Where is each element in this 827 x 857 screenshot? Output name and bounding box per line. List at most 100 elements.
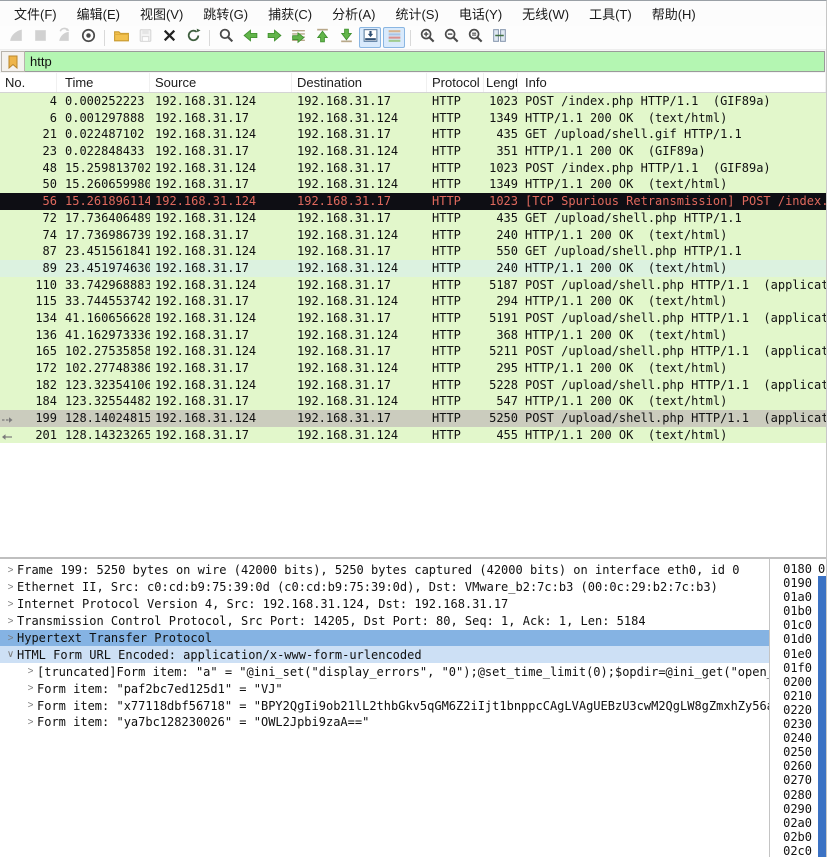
detail-row-8[interactable]: > Form item: "x77118dbf56718" = "BPY2QgIi… [0, 697, 769, 714]
packet-row-4[interactable]: 4 0.000252223 192.168.31.124 192.168.31.17 H… [0, 93, 826, 110]
save-file-button[interactable] [134, 27, 156, 48]
packet-row-89[interactable]: 89 23.451974630 192.168.31.17 192.168.31.12… [0, 259, 826, 277]
packet-row-201[interactable]: 201 128.143232650 192.168.31.17 192.168.31.… [0, 426, 826, 444]
detail-row-4[interactable]: > Hypertext Transfer Protocol [0, 629, 769, 647]
expand-expander-icon[interactable]: > [4, 616, 17, 627]
go-forward-button[interactable] [263, 27, 285, 48]
expand-expander-icon[interactable]: > [4, 599, 17, 610]
column-header-time[interactable]: Time [57, 73, 150, 92]
go-to-bottom-button[interactable] [335, 27, 357, 48]
hex-line-0250[interactable]: 0250 [770, 745, 826, 760]
hex-line-0210[interactable]: 0210 [770, 688, 826, 703]
hex-line-0290[interactable]: 0290 [770, 801, 826, 816]
open-file-button[interactable] [110, 27, 132, 48]
packet-row-165[interactable]: 165 102.275358582 192.168.31.124 192.168.31… [0, 343, 826, 360]
hex-line-02c0[interactable]: 02c0 [770, 843, 826, 857]
hex-line-0230[interactable]: 0230 [770, 717, 826, 732]
colorize-button[interactable] [383, 27, 405, 48]
find-packet-button[interactable] [215, 27, 237, 48]
detail-row-2[interactable]: > Internet Protocol Version 4, Src: 192.1… [0, 596, 769, 613]
collapse-expander-icon[interactable]: ∨ [4, 649, 17, 660]
detail-row-9[interactable]: > Form item: "ya7bc128230026" = "OWL2Jpbi… [0, 714, 769, 731]
column-header-lengtl[interactable]: Lengtl [484, 73, 518, 92]
hex-line-01c0[interactable]: 01c0 [770, 618, 826, 633]
menu-item-10[interactable]: 帮助(H) [642, 1, 706, 26]
menu-item-4[interactable]: 捕获(C) [258, 1, 322, 26]
close-file-button[interactable] [158, 27, 180, 48]
expand-expander-icon[interactable]: > [24, 700, 37, 711]
packet-row-184[interactable]: 184 123.325544822 192.168.31.17 192.168.31.… [0, 393, 826, 411]
menu-item-2[interactable]: 视图(V) [130, 1, 193, 26]
restart-capture-button[interactable] [53, 27, 75, 48]
packet-row-74[interactable]: 74 17.736986739 192.168.31.17 192.168.31.12… [0, 226, 826, 244]
hex-line-01b0[interactable]: 01b0 [770, 604, 826, 619]
packet-row-199[interactable]: 199 128.140248157 192.168.31.124 192.168.31… [0, 410, 826, 427]
hex-line-0200[interactable]: 0200 [770, 674, 826, 689]
menu-item-1[interactable]: 编辑(E) [67, 1, 130, 26]
packet-row-115[interactable]: 115 33.744553742 192.168.31.17 192.168.31.1… [0, 293, 826, 310]
hex-line-0190[interactable]: 0190 [770, 576, 826, 591]
auto-scroll-button[interactable] [359, 27, 381, 48]
detail-row-6[interactable]: > [truncated]Form item: "a" = "@ini_set("… [0, 663, 769, 680]
hex-line-0270[interactable]: 0270 [770, 773, 826, 788]
hex-line-02a0[interactable]: 02a0 [770, 815, 826, 830]
zoom-in-button[interactable] [416, 27, 438, 48]
hex-line-02b0[interactable]: 02b0 [770, 829, 826, 844]
resize-columns-button[interactable] [488, 27, 510, 48]
filter-bookmark-button[interactable] [1, 51, 25, 72]
menu-item-7[interactable]: 电话(Y) [449, 1, 512, 26]
expand-expander-icon[interactable]: > [4, 633, 17, 644]
packet-row-182[interactable]: 182 123.323541065 192.168.31.124 192.168.31… [0, 376, 826, 394]
go-back-button[interactable] [239, 27, 261, 48]
zoom-out-button[interactable] [440, 27, 462, 48]
expand-expander-icon[interactable]: > [4, 565, 17, 576]
hex-line-0280[interactable]: 0280 [770, 787, 826, 802]
packet-row-110[interactable]: 110 33.742968883 192.168.31.124 192.168.31.… [0, 276, 826, 294]
go-to-packet-button[interactable] [287, 27, 309, 48]
hex-line-0180[interactable]: 0180 0 [770, 562, 826, 576]
packet-row-48[interactable]: 48 15.259813702 192.168.31.124 192.168.31.1… [0, 159, 826, 177]
packet-row-50[interactable]: 50 15.260659980 192.168.31.17 192.168.31.12… [0, 176, 826, 194]
reload-file-button[interactable] [182, 27, 204, 48]
menu-item-6[interactable]: 统计(S) [385, 1, 448, 26]
detail-row-1[interactable]: > Ethernet II, Src: c0:cd:b9:75:39:0d (c0… [0, 579, 769, 596]
packet-row-172[interactable]: 172 102.277483868 192.168.31.17 192.168.31.… [0, 360, 826, 377]
packet-row-6[interactable]: 6 0.001297888 192.168.31.17 192.168.31.124 H… [0, 109, 826, 127]
packet-row-23[interactable]: 23 0.022848433 192.168.31.17 192.168.31.124… [0, 143, 826, 160]
detail-row-3[interactable]: > Transmission Control Protocol, Src Port… [0, 613, 769, 630]
zoom-reset-button[interactable] [464, 27, 486, 48]
capture-options-button[interactable] [77, 27, 99, 48]
start-capture-button[interactable] [5, 27, 27, 48]
column-header-source[interactable]: Source [150, 73, 292, 92]
menu-item-3[interactable]: 跳转(G) [193, 1, 258, 26]
column-header-info[interactable]: Info [518, 73, 826, 92]
column-header-protocol[interactable]: Protocol [427, 73, 484, 92]
menu-item-8[interactable]: 无线(W) [512, 1, 579, 26]
menu-item-0[interactable]: 文件(F) [4, 1, 67, 26]
detail-row-7[interactable]: > Form item: "paf2bc7ed125d1" = "VJ" [0, 680, 769, 697]
expand-expander-icon[interactable]: > [24, 666, 37, 677]
column-header-no[interactable]: No. [0, 73, 57, 92]
menu-item-9[interactable]: 工具(T) [579, 1, 642, 26]
packet-row-56[interactable]: 56 15.261896114 192.168.31.124 192.168.31.1… [0, 193, 826, 210]
detail-row-5[interactable]: ∨ HTML Form URL Encoded: application/x-ww… [0, 646, 769, 664]
hex-line-01d0[interactable]: 01d0 [770, 632, 826, 647]
hex-line-0220[interactable]: 0220 [770, 702, 826, 718]
expand-expander-icon[interactable]: > [4, 582, 17, 593]
column-header-destination[interactable]: Destination [292, 73, 427, 92]
hex-line-01e0[interactable]: 01e0 [770, 646, 826, 661]
menu-item-5[interactable]: 分析(A) [322, 1, 385, 26]
hex-line-0240[interactable]: 0240 [770, 731, 826, 746]
expand-expander-icon[interactable]: > [24, 683, 37, 694]
packet-row-72[interactable]: 72 17.736406489 192.168.31.124 192.168.31.1… [0, 209, 826, 227]
hex-line-01a0[interactable]: 01a0 [770, 590, 826, 605]
hex-line-0260[interactable]: 0260 [770, 759, 826, 774]
packet-row-134[interactable]: 134 41.160656628 192.168.31.124 192.168.31.… [0, 309, 826, 327]
packet-row-21[interactable]: 21 0.022487102 192.168.31.124 192.168.31.17… [0, 126, 826, 144]
expand-expander-icon[interactable]: > [24, 717, 37, 728]
hex-line-01f0[interactable]: 01f0 [770, 660, 826, 675]
display-filter-input[interactable] [25, 51, 825, 72]
go-to-top-button[interactable] [311, 27, 333, 48]
packet-row-136[interactable]: 136 41.162973336 192.168.31.17 192.168.31.1… [0, 326, 826, 344]
detail-row-0[interactable]: > Frame 199: 5250 bytes on wire (42000 bi… [0, 562, 769, 579]
